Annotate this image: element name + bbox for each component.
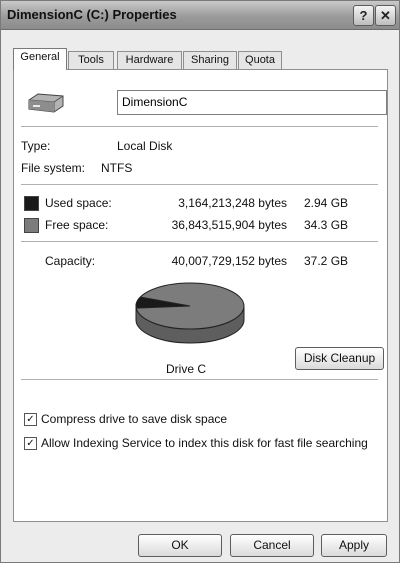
- drive-caption: Drive C: [166, 362, 207, 376]
- free-space-swatch: [24, 218, 39, 233]
- close-button[interactable]: ✕: [375, 5, 396, 26]
- capacity-label: Capacity:: [45, 254, 96, 268]
- tab-tools[interactable]: Tools: [68, 51, 114, 69]
- general-tab-panel: Type: Local Disk File system: NTFS Used …: [13, 69, 388, 522]
- compress-label[interactable]: Compress drive to save disk space: [41, 412, 227, 426]
- tab-hardware[interactable]: Hardware: [117, 51, 182, 69]
- used-space-label: Used space:: [45, 196, 112, 210]
- type-value: Local Disk: [117, 139, 173, 153]
- divider: [21, 241, 378, 242]
- used-space-swatch: [24, 196, 39, 211]
- divider: [21, 379, 378, 380]
- free-space-bytes: 36,843,515,904 bytes: [171, 218, 287, 232]
- divider: [21, 126, 378, 127]
- used-space-bytes: 3,164,213,248 bytes: [178, 196, 287, 210]
- help-button[interactable]: ?: [353, 5, 374, 26]
- disk-usage-pie-chart: [135, 282, 245, 344]
- hard-drive-icon: [28, 93, 64, 113]
- free-space-size: 34.3 GB: [304, 218, 349, 232]
- tab-general[interactable]: General: [13, 48, 67, 70]
- capacity-size: 37.2 GB: [304, 254, 349, 268]
- apply-button[interactable]: Apply: [321, 534, 387, 557]
- cancel-button[interactable]: Cancel: [230, 534, 314, 557]
- divider: [21, 184, 378, 185]
- used-space-size: 2.94 GB: [304, 196, 349, 210]
- capacity-bytes: 40,007,729,152 bytes: [171, 254, 287, 268]
- compress-checkbox[interactable]: ✓: [24, 413, 37, 426]
- tab-sharing[interactable]: Sharing: [183, 51, 237, 69]
- filesystem-value: NTFS: [101, 161, 133, 175]
- title-bar[interactable]: DimensionC (C:) Properties ? ✕: [1, 1, 399, 30]
- drive-name-input[interactable]: [118, 91, 382, 112]
- free-space-label: Free space:: [45, 218, 109, 232]
- filesystem-label: File system:: [21, 161, 86, 175]
- properties-window: DimensionC (C:) Properties ? ✕ General T…: [0, 0, 400, 563]
- indexing-checkbox[interactable]: ✓: [24, 437, 37, 450]
- ok-button[interactable]: OK: [138, 534, 222, 557]
- type-label: Type:: [21, 139, 51, 153]
- disk-cleanup-button[interactable]: Disk Cleanup: [295, 347, 384, 370]
- drive-name-field[interactable]: [117, 90, 387, 115]
- window-title: DimensionC (C:) Properties: [7, 7, 177, 22]
- indexing-label[interactable]: Allow Indexing Service to index this dis…: [41, 436, 368, 450]
- tab-quota[interactable]: Quota: [238, 51, 282, 69]
